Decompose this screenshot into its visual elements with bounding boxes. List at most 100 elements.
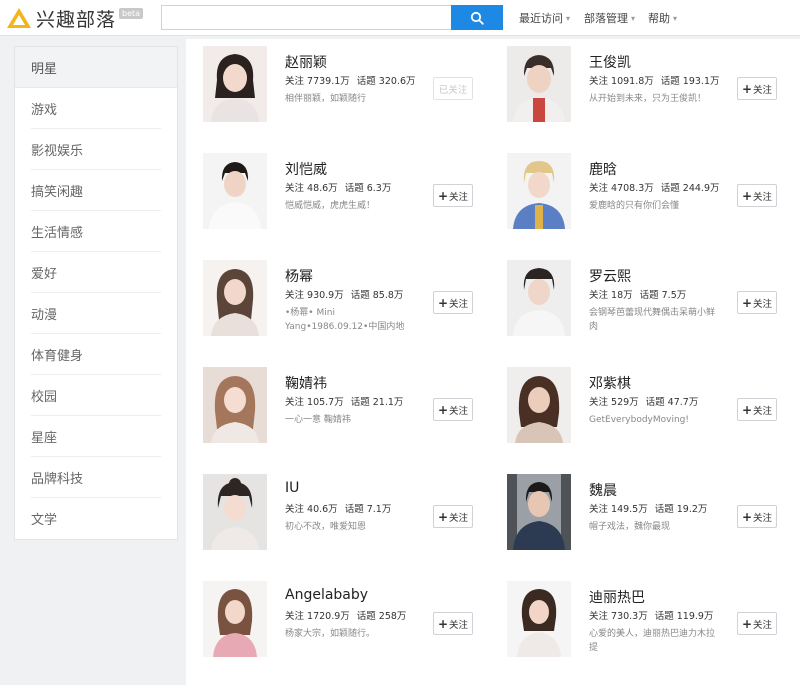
tribe-logo-icon [6,7,32,29]
celebrity-card: 鞠婧祎 关注 105.7万 话题 21.1万 一心一意 鞠婧祎 + 关注 [186,360,486,465]
celebrity-avatar[interactable] [507,260,571,336]
follow-label: 已关注 [438,84,468,96]
celebrity-avatar[interactable] [203,153,267,229]
topics-count: 话题 6.3万 [344,183,392,194]
celebrity-stats: 关注 1720.9万 话题 258万 [285,608,406,622]
sidebar-item-label: 搞笑闲趣 [31,184,84,200]
follow-button[interactable]: + 关注 [433,184,473,207]
follow-button[interactable]: + 关注 [737,398,777,421]
followers-count: 关注 930.9万 [285,290,344,301]
celebrity-name[interactable]: 鹿晗 [589,159,617,179]
follow-button[interactable]: + 关注 [737,505,777,528]
followed-button[interactable]: 已关注 [433,77,473,100]
sidebar-item-label: 校园 [31,389,58,405]
follow-label: 关注 [753,619,773,631]
sidebar-item-film-entertainment[interactable]: 影视娱乐 [31,129,161,170]
nav-recent-visits[interactable]: 最近访问 ▾ [519,10,570,26]
sidebar-item-label: 爱好 [31,266,58,282]
celebrity-description: •杨幂• Mini Yang•1986.09.12•中国内地 [285,308,405,332]
celebrity-description: 相伴丽颖，如颖随行 [285,94,367,104]
chevron-down-icon: ▾ [631,13,636,23]
nav-label: 帮助 [648,12,670,25]
celebrity-name[interactable]: 刘恺威 [285,159,327,179]
follow-button[interactable]: + 关注 [433,398,473,421]
sidebar-item-label: 游戏 [31,102,58,118]
follow-button[interactable]: + 关注 [737,291,777,314]
celebrity-card: 邓紫棋 关注 529万 话题 47.7万 GetEverybodyMoving! … [490,360,790,465]
celebrity-name[interactable]: 迪丽热巴 [589,587,645,607]
celebrity-stats: 关注 7739.1万 话题 320.6万 [285,73,415,87]
nav-label: 部落管理 [584,12,628,25]
celebrity-avatar[interactable] [507,153,571,229]
celebrity-name[interactable]: Angelababy [285,587,368,603]
celebrity-stats: 关注 529万 话题 47.7万 [589,394,698,408]
plus-icon: + [437,509,449,524]
celebrity-name[interactable]: 杨幂 [285,266,313,286]
sidebar-item-life-emotion[interactable]: 生活情感 [31,211,161,252]
nav-help[interactable]: 帮助 ▾ [648,10,677,26]
topics-count: 话题 119.9万 [654,611,714,622]
sidebar-item-label: 生活情感 [31,225,84,241]
celebrity-avatar[interactable] [203,367,267,443]
celebrity-stats: 关注 4708.3万 话题 244.9万 [589,180,719,194]
sidebar-item-games[interactable]: 游戏 [31,88,161,129]
celebrity-description: 从开始到未来，只为王俊凯！ [589,94,707,104]
plus-icon: + [741,188,753,203]
top-bar: 兴趣部落 beta 最近访问 ▾ 部落管理 ▾ 帮助 ▾ [0,0,800,36]
celebrity-description: 一心一意 鞠婧祎 [285,415,351,425]
celebrity-avatar[interactable] [507,367,571,443]
followers-count: 关注 18万 [589,290,633,301]
follow-button[interactable]: + 关注 [433,505,473,528]
sidebar-item-brand-tech[interactable]: 品牌科技 [31,457,161,498]
follow-button[interactable]: + 关注 [737,77,777,100]
celebrity-avatar[interactable] [203,260,267,336]
celebrity-stats: 关注 730.3万 话题 119.9万 [589,608,713,622]
celebrity-avatar[interactable] [203,581,267,657]
follow-button[interactable]: + 关注 [433,291,473,314]
celebrity-avatar[interactable] [507,581,571,657]
celebrity-description: 心爱的美人，迪丽热巴迪力木拉提 [589,629,716,653]
plus-icon: + [741,509,753,524]
nav-tribe-management[interactable]: 部落管理 ▾ [584,10,635,26]
plus-icon: + [741,81,753,96]
sidebar-item-label: 品牌科技 [31,471,84,487]
search-input[interactable] [161,5,451,30]
celebrity-avatar[interactable] [203,474,267,550]
celebrity-name[interactable]: 邓紫棋 [589,373,631,393]
celebrity-avatar[interactable] [507,474,571,550]
celebrity-card: 赵丽颖 关注 7739.1万 话题 320.6万 相伴丽颖，如颖随行 已关注 [186,39,486,144]
search-button[interactable] [451,5,503,30]
logo[interactable]: 兴趣部落 beta [6,6,144,31]
celebrity-avatar[interactable] [507,46,571,122]
followers-count: 关注 40.6万 [285,504,338,515]
sidebar-item-campus[interactable]: 校园 [31,375,161,416]
follow-label: 关注 [753,84,773,96]
sidebar-item-anime[interactable]: 动漫 [31,293,161,334]
celebrity-name[interactable]: 罗云熙 [589,266,631,286]
celebrity-name[interactable]: 赵丽颖 [285,52,327,72]
sidebar-item-sports-fitness[interactable]: 体育健身 [31,334,161,375]
nav-label: 最近访问 [519,12,563,25]
celebrity-card: 鹿晗 关注 4708.3万 话题 244.9万 爱鹿晗的只有你们会懂 + 关注 [490,146,790,251]
celebrity-description: 恺威恺威，虎虎生威！ [285,201,376,211]
sidebar-item-funny[interactable]: 搞笑闲趣 [31,170,161,211]
celebrity-description: 杨家大宗，如颖随行。 [285,629,376,639]
follow-button[interactable]: + 关注 [737,184,777,207]
celebrity-card: 迪丽热巴 关注 730.3万 话题 119.9万 心爱的美人，迪丽热巴迪力木拉提 … [490,574,790,679]
follow-button[interactable]: + 关注 [737,612,777,635]
sidebar-item-literature[interactable]: 文学 [31,498,161,539]
plus-icon: + [437,295,449,310]
celebrity-name[interactable]: 魏晨 [589,480,617,500]
celebrity-name[interactable]: 鞠婧祎 [285,373,327,393]
sidebar-item-stars[interactable]: 明星 [15,47,177,88]
celebrity-card: 罗云熙 关注 18万 话题 7.5万 会钢琴芭蕾现代舞偶击呆萌小鲜肉 + 关注 [490,253,790,358]
sidebar-item-horoscope[interactable]: 星座 [31,416,161,457]
celebrity-name[interactable]: 王俊凯 [589,52,631,72]
follow-button[interactable]: + 关注 [433,612,473,635]
celebrity-avatar[interactable] [203,46,267,122]
follow-label: 关注 [449,512,469,524]
follow-label: 关注 [753,191,773,203]
sidebar-item-hobbies[interactable]: 爱好 [31,252,161,293]
celebrity-stats: 关注 930.9万 话题 85.8万 [285,287,403,301]
celebrity-name[interactable]: IU [285,480,299,496]
